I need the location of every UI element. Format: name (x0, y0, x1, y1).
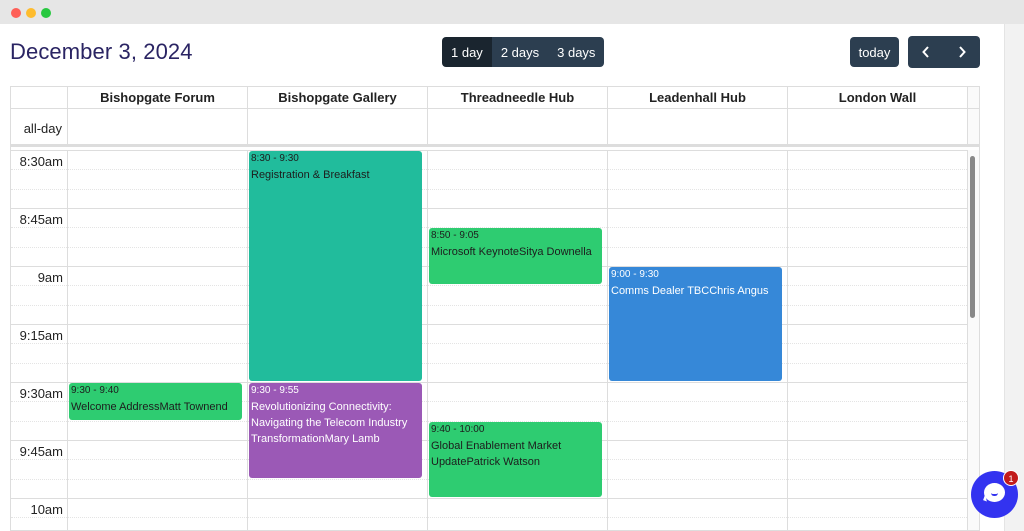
all-day-cell[interactable] (788, 109, 968, 144)
slot-line (11, 305, 967, 306)
window-titlebar (0, 0, 1024, 24)
today-button[interactable]: today (850, 37, 899, 67)
resource-column-divider (967, 150, 968, 530)
resource-header: Bishopgate Gallery (248, 87, 428, 108)
all-day-cell[interactable] (428, 109, 608, 144)
maximize-window-button[interactable] (41, 8, 51, 18)
time-slot-label: 9:45am (19, 444, 63, 459)
time-grid-body[interactable]: 8:30am 8:45am 9am 9:15am 9:30am 9:45am 10am 8:3… (11, 150, 979, 530)
calendar-event[interactable]: 9:00 - 9:30 Comms Dealer TBCChris Angus (609, 267, 782, 381)
slot-line (11, 150, 967, 151)
all-day-label: all-day (23, 121, 62, 136)
resource-header: Leadenhall Hub (608, 87, 788, 108)
time-slot-label: 10am (30, 502, 63, 517)
slot-line (11, 324, 967, 325)
slot-line (11, 285, 967, 286)
view-switcher: 1 day 2 days 3 days (442, 37, 605, 67)
view-2-days-button[interactable]: 2 days (491, 37, 549, 67)
slot-line (11, 208, 967, 209)
slot-line (11, 498, 967, 499)
next-button[interactable] (944, 36, 980, 68)
view-1-day-button[interactable]: 1 day (442, 37, 492, 67)
time-slot-label: 9:15am (19, 328, 63, 343)
resource-header: Threadneedle Hub (428, 87, 608, 108)
resource-column-divider (247, 150, 248, 530)
chevron-left-icon (922, 46, 929, 58)
event-title: Revolutionizing Connectivity: Navigating… (251, 401, 408, 445)
resource-header-row: Bishopgate Forum Bishopgate Gallery Thre… (11, 87, 979, 109)
header-gutter (968, 87, 979, 108)
event-time: 8:50 - 9:05 (431, 230, 479, 242)
time-slot-label: 8:30am (19, 154, 63, 169)
event-title: Microsoft KeynoteSitya Downella (431, 246, 592, 259)
all-day-axis: all-day (11, 109, 68, 144)
axis-header (11, 87, 68, 108)
event-time: 9:40 - 10:00 (431, 423, 485, 435)
time-slot-label: 8:45am (19, 212, 63, 227)
all-day-gutter (968, 109, 979, 144)
event-title: Welcome AddressMatt Townend (71, 401, 228, 413)
all-day-row: all-day (11, 109, 979, 147)
minimize-window-button[interactable] (26, 8, 36, 18)
time-slot-label: 9:30am (19, 386, 63, 401)
resource-column-divider (787, 150, 788, 530)
prev-button[interactable] (908, 36, 944, 68)
view-3-days-button[interactable]: 3 days (548, 37, 605, 67)
chevron-right-icon (959, 46, 966, 58)
calendar-page: December 3, 2024 1 day 2 days 3 days tod… (0, 24, 1004, 531)
slot-line (11, 189, 967, 190)
scrollbar-thumb[interactable] (970, 156, 975, 318)
chat-notification-badge: 1 (1003, 470, 1019, 486)
calendar-event[interactable]: 9:30 - 9:40 Welcome AddressMatt Townend (69, 383, 242, 420)
slot-line (11, 363, 967, 364)
all-day-cell[interactable] (68, 109, 248, 144)
resource-column-divider (427, 150, 428, 530)
resource-column-divider (607, 150, 608, 530)
event-title: Registration & Breakfast (251, 169, 370, 181)
page-title: December 3, 2024 (10, 39, 193, 64)
calendar-event[interactable]: 8:30 - 9:30 Registration & Breakfast (249, 151, 422, 381)
event-time: 9:30 - 9:55 (251, 385, 299, 396)
calendar-event[interactable]: 9:30 - 9:55 Revolutionizing Connectivity:… (249, 383, 422, 478)
event-title: Global Enablement Market UpdatePatrick W… (431, 439, 562, 468)
resource-column-divider (67, 150, 68, 530)
resource-day-grid: Bishopgate Forum Bishopgate Gallery Thre… (10, 86, 980, 531)
slot-line (11, 517, 967, 518)
calendar-event[interactable]: 9:40 - 10:00 Global Enablement Market Upd… (429, 421, 602, 497)
all-day-cell[interactable] (248, 109, 428, 144)
time-slot-label: 9am (37, 270, 63, 285)
slot-line (11, 343, 967, 344)
close-window-button[interactable] (11, 8, 21, 18)
slot-line (11, 169, 967, 170)
resource-header: Bishopgate Forum (68, 87, 248, 108)
resource-header: London Wall (788, 87, 968, 108)
event-title: Comms Dealer TBCChris Angus (611, 285, 769, 297)
window-edge (1004, 24, 1024, 531)
all-day-cell[interactable] (608, 109, 788, 144)
event-time: 9:00 - 9:30 (611, 269, 659, 280)
event-time: 9:30 - 9:40 (71, 385, 119, 396)
event-time: 8:30 - 9:30 (251, 153, 299, 164)
calendar-event[interactable]: 8:50 - 9:05 Microsoft KeynoteSitya Downel… (429, 228, 602, 285)
date-navigation (908, 36, 980, 68)
